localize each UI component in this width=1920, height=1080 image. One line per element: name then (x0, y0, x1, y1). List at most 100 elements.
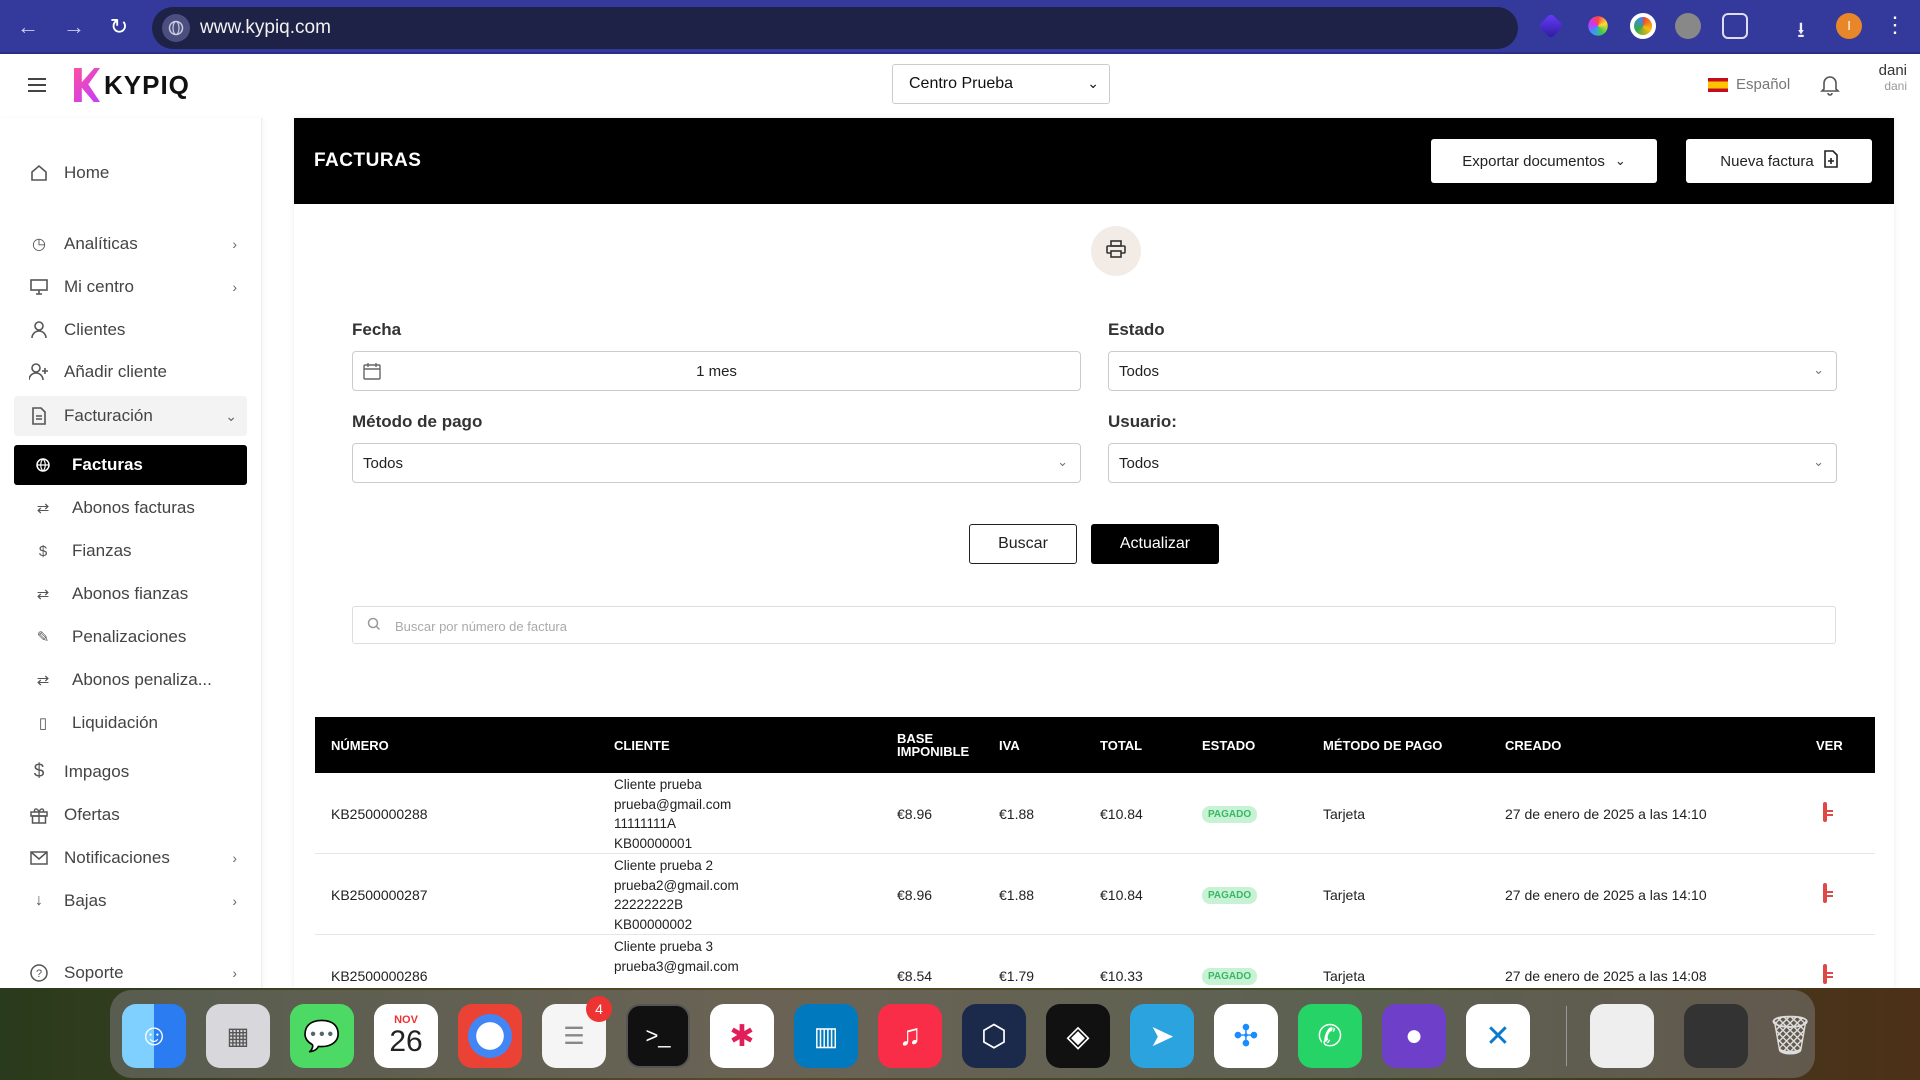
cell-total: €10.84 (1100, 806, 1143, 822)
cell-base: €8.54 (897, 968, 933, 984)
svg-text:?: ? (36, 968, 42, 980)
repeat-icon: ⇄ (36, 586, 50, 603)
finder-icon[interactable]: ☺ (122, 1004, 186, 1068)
col-ver: VER (1816, 738, 1843, 753)
chrome-icon[interactable] (458, 1004, 522, 1068)
safari-icon[interactable]: ✣ (1214, 1004, 1278, 1068)
menu-dots-icon[interactable]: ⋮ (1882, 13, 1908, 39)
clock-icon: ◷ (32, 236, 46, 253)
terminal-icon[interactable]: >_ (626, 1004, 690, 1068)
sidebar-item-mi-centro[interactable]: Mi centro › (14, 267, 247, 307)
center-select[interactable]: Centro Prueba ⌄ (892, 64, 1110, 104)
table-row: KB2500000287 Cliente prueba 2 prueba2@gm… (315, 854, 1875, 935)
sidebar-item-label: Penalizaciones (72, 627, 187, 646)
sidebar-item-anadir-cliente[interactable]: Añadir cliente (14, 352, 247, 392)
sidebar-item-home[interactable]: Home (14, 153, 247, 193)
chevron-right-icon: › (232, 893, 237, 909)
metodo-pago-select[interactable]: Todos ⌄ (352, 443, 1081, 483)
sidebar-item-bajas[interactable]: ↓ Bajas › (14, 881, 247, 921)
col-estado: ESTADO (1202, 738, 1256, 753)
buscar-button[interactable]: Buscar (969, 524, 1077, 564)
download-icon[interactable]: ⭳ (1788, 13, 1814, 42)
github-icon[interactable]: ● (1382, 1004, 1446, 1068)
logo-text: KYPIQ (104, 69, 190, 100)
address-bar[interactable]: www.kypiq.com (152, 7, 1518, 49)
reminders-icon[interactable]: ☰ 4 (542, 996, 612, 1068)
date-range-field[interactable]: 1 mes (352, 351, 1081, 391)
export-documents-button[interactable]: Exportar documentos ⌄ (1431, 139, 1657, 183)
chevron-down-icon: ⌄ (1057, 454, 1068, 469)
site-info-icon[interactable] (162, 14, 190, 42)
extension-icon[interactable] (1538, 13, 1564, 39)
help-icon: ? (28, 962, 50, 984)
cliente-nombre: Cliente prueba 2 (614, 858, 714, 873)
sidebar-item-label: Abonos fianzas (72, 584, 189, 603)
cliente-email: prueba@gmail.com (614, 796, 732, 812)
calendar-icon[interactable]: NOV 26 (374, 1004, 438, 1068)
print-button[interactable] (1091, 226, 1141, 276)
sidebar-item-ofertas[interactable]: Ofertas (14, 795, 247, 835)
status-badge: PAGADO (1202, 887, 1258, 904)
globe-icon (32, 454, 54, 476)
sidebar-item-abonos-facturas[interactable]: ⇄ Abonos facturas (14, 488, 247, 528)
sidebar-item-liquidacion[interactable]: ▯ Liquidación (14, 703, 247, 743)
sidebar-item-impagos[interactable]: $ Impagos (14, 752, 247, 792)
sidebar-item-abonos-penalizaciones[interactable]: ⇄ Abonos penaliza... (14, 660, 247, 700)
bell-icon[interactable] (1820, 74, 1840, 101)
search-placeholder: Buscar por número de factura (395, 619, 567, 634)
extension-disabled-icon[interactable] (1675, 13, 1701, 39)
pdf-view-icon[interactable] (1823, 883, 1827, 903)
puzzle-icon[interactable] (1722, 13, 1748, 39)
launchpad-icon[interactable]: ▦ (206, 1004, 270, 1068)
music-icon[interactable]: ♫ (878, 1004, 942, 1068)
new-invoice-button[interactable]: Nueva factura (1686, 139, 1872, 183)
pdf-view-icon[interactable] (1823, 964, 1827, 984)
sidebar-item-soporte[interactable]: ? Soporte › (14, 953, 247, 993)
cell-iva: €1.79 (999, 968, 1035, 984)
profile-avatar[interactable]: I (1836, 13, 1862, 39)
messages-icon[interactable]: 💬 (290, 1004, 354, 1068)
downloads-stack-icon[interactable] (1684, 1004, 1748, 1068)
col-base-line2: IMPONIBLE (897, 744, 970, 759)
usuario-select[interactable]: Todos ⌄ (1108, 443, 1837, 483)
dock-divider (1566, 1006, 1567, 1066)
estado-select[interactable]: Todos ⌄ (1108, 351, 1837, 391)
sidebar-item-notificaciones[interactable]: Notificaciones › (14, 838, 247, 878)
home-icon (28, 162, 50, 184)
vscode-icon[interactable]: ✕ (1466, 1004, 1530, 1068)
color-extension-icon[interactable] (1588, 16, 1608, 36)
hamburger-menu-icon[interactable] (28, 78, 46, 92)
document-icon (28, 405, 50, 427)
code-app-icon[interactable]: ⬡ (962, 1004, 1026, 1068)
sidebar-item-fianzas[interactable]: $ Fianzas (14, 531, 247, 571)
sidebar-item-label: Añadir cliente (64, 362, 168, 381)
trello-icon[interactable]: ▥ (794, 1004, 858, 1068)
cell-base: €8.96 (897, 806, 933, 822)
actualizar-button[interactable]: Actualizar (1091, 524, 1219, 564)
whatsapp-icon[interactable]: ✆ (1298, 1004, 1362, 1068)
chevron-right-icon: › (232, 965, 237, 981)
invoice-search-input[interactable]: Buscar por número de factura (352, 606, 1836, 644)
forward-button[interactable]: → (60, 13, 88, 41)
sidebar-item-penalizaciones[interactable]: ✎ Penalizaciones (14, 617, 247, 657)
sidebar-item-facturas[interactable]: Facturas (14, 445, 247, 485)
center-select-value: Centro Prueba (909, 75, 1014, 92)
estado-label: Estado (1108, 320, 1165, 339)
slack-icon[interactable]: ✱ (710, 1004, 774, 1068)
sidebar-item-facturacion[interactable]: Facturación ⌄ (14, 396, 247, 436)
logo[interactable]: KYPIQ (74, 68, 190, 102)
user-menu[interactable]: dani dani (1867, 62, 1907, 93)
col-metodo: MÉTODO DE PAGO (1323, 738, 1443, 753)
cube-app-icon[interactable]: ◈ (1046, 1004, 1110, 1068)
back-button[interactable]: ← (14, 13, 42, 41)
sidebar-item-clientes[interactable]: Clientes (14, 310, 247, 350)
chrome-extension-icon[interactable] (1630, 13, 1656, 39)
reload-button[interactable]: ↻ (105, 13, 133, 41)
telegram-icon[interactable]: ➤ (1130, 1004, 1194, 1068)
language-selector[interactable]: Español (1708, 76, 1790, 93)
sidebar-item-abonos-fianzas[interactable]: ⇄ Abonos fianzas (14, 574, 247, 614)
trash-icon[interactable]: 🗑 (1758, 1004, 1822, 1068)
document-thumbnail-icon[interactable] (1590, 1004, 1654, 1068)
pdf-view-icon[interactable] (1823, 802, 1827, 822)
sidebar-item-analiticas[interactable]: ◷ Analíticas › (14, 224, 247, 264)
